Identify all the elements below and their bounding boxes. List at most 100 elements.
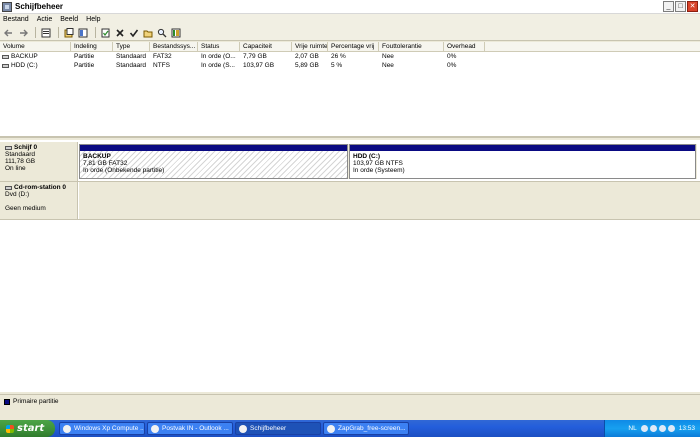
cell-volume: HDD (C:)	[0, 61, 71, 70]
cell-free-space: 5,89 GB	[295, 62, 319, 69]
system-tray: NL 13:53	[604, 420, 700, 437]
delete-icon[interactable]	[114, 27, 125, 38]
menu-bar: Bestand Actie Beeld Help	[0, 14, 700, 25]
cdrom-0-label[interactable]: Cd-rom-station 0 Dvd (D:) Geen medium	[0, 182, 78, 219]
minimize-button[interactable]: _	[663, 1, 674, 12]
column-header-percent-free[interactable]: Percentage vrij	[328, 42, 379, 51]
disk-management-icon	[2, 1, 12, 12]
menu-bestand[interactable]: Bestand	[3, 16, 29, 23]
export-icon[interactable]	[63, 27, 74, 38]
disk-0-status: On line	[5, 165, 26, 172]
disk-0-name: Schijf 0	[14, 144, 38, 151]
task-button-windows-xp[interactable]: Windows Xp Compute ...	[59, 422, 145, 435]
cell-free-space: 2,07 GB	[295, 53, 319, 60]
taskbar: start Windows Xp Compute ... Postvak IN …	[0, 420, 700, 437]
cell-layout: Partitie	[74, 53, 95, 60]
close-button[interactable]: ✕	[687, 1, 698, 12]
start-button[interactable]: start	[0, 420, 55, 437]
disk-0-partitions: BACKUP 7,81 GB FAT32 In orde (Onbekende …	[79, 144, 697, 179]
title-bar: Schijfbeheer _ □ ✕	[0, 0, 700, 14]
folder-icon	[327, 424, 335, 433]
hard-disk-icon	[5, 145, 12, 150]
partition-name: BACKUP	[83, 153, 111, 160]
table-row[interactable]: BACKUP Partitie Standaard FAT32 In orde …	[0, 52, 700, 61]
primary-partition-swatch	[4, 398, 10, 405]
task-button-zapgrab[interactable]: ZapGrab_free-screen...	[323, 422, 409, 435]
tray-antivirus-icon[interactable]	[649, 425, 657, 432]
volume-name: BACKUP	[11, 53, 38, 60]
search-icon[interactable]	[156, 27, 167, 38]
menu-beeld[interactable]: Beeld	[60, 16, 78, 23]
maximize-button[interactable]: □	[675, 1, 686, 12]
language-indicator[interactable]: NL	[628, 425, 636, 432]
partition-hdd-c[interactable]: HDD (C:) 103,97 GB NTFS In orde (Systeem…	[349, 144, 696, 179]
column-header-overhead[interactable]: Overhead	[444, 42, 485, 51]
window-title: Schijfbeheer	[15, 2, 64, 11]
forward-icon[interactable]	[17, 27, 28, 38]
column-header-volume[interactable]: Volume	[0, 42, 71, 51]
view-icon[interactable]	[170, 27, 181, 38]
cell-filesystem: FAT32	[153, 53, 172, 60]
check-icon[interactable]	[100, 27, 111, 38]
cell-capacity: 103,97 GB	[243, 62, 275, 69]
cdrom-0-type: Dvd (D:)	[5, 191, 30, 198]
toolbar-separator	[35, 27, 36, 38]
menu-actie[interactable]: Actie	[37, 16, 53, 23]
partition-backup-body: BACKUP 7,81 GB FAT32 In orde (Onbekende …	[80, 151, 347, 178]
volume-list: Volume Indeling Type Bestandssys... Stat…	[0, 42, 700, 138]
tray-network-icon[interactable]	[640, 425, 648, 432]
cell-volume: BACKUP	[0, 52, 71, 61]
tray-volume-icon[interactable]	[658, 425, 666, 432]
disk-management-icon	[239, 424, 247, 433]
volume-list-header: Volume Indeling Type Bestandssys... Stat…	[0, 42, 700, 52]
column-header-filesystem[interactable]: Bestandssys...	[150, 42, 198, 51]
properties-icon[interactable]	[40, 27, 51, 38]
check-disk-icon[interactable]	[128, 27, 139, 38]
partition-detail: 7,81 GB FAT32	[83, 160, 128, 167]
partition-backup[interactable]: BACKUP 7,81 GB FAT32 In orde (Onbekende …	[79, 144, 348, 179]
tray-messenger-icon[interactable]	[667, 425, 675, 432]
volume-icon	[2, 54, 9, 59]
windows-logo-icon	[6, 424, 14, 433]
cell-status: In orde (O...	[201, 53, 236, 60]
start-label: start	[17, 423, 45, 434]
cdrom-0-status: Geen medium	[5, 205, 46, 212]
cdrom-0-name-line: Cd-rom-station 0	[5, 184, 77, 191]
column-header-status[interactable]: Status	[198, 42, 240, 51]
cell-filesystem: NTFS	[153, 62, 170, 69]
toolbar-separator	[58, 27, 59, 38]
partition-detail: 103,97 GB NTFS	[353, 160, 403, 167]
partition-status: In orde (Systeem)	[353, 167, 405, 174]
task-list: Windows Xp Compute ... Postvak IN - Outl…	[59, 422, 411, 435]
back-icon[interactable]	[3, 27, 14, 38]
column-header-layout[interactable]: Indeling	[71, 42, 113, 51]
menu-help[interactable]: Help	[86, 16, 100, 23]
column-header-free-space[interactable]: Vrije ruimte	[292, 42, 328, 51]
cell-overhead: 0%	[447, 62, 457, 69]
disk-row-0[interactable]: Schijf 0 Standaard 111,78 GB On line BAC…	[0, 142, 700, 182]
column-header-type[interactable]: Type	[113, 42, 150, 51]
disk-graphical-view: Schijf 0 Standaard 111,78 GB On line BAC…	[0, 140, 700, 392]
outlook-icon	[151, 424, 159, 433]
cell-status: In orde (S...	[201, 62, 235, 69]
column-header-capacity[interactable]: Capaciteit	[240, 42, 292, 51]
partition-hdd-c-body: HDD (C:) 103,97 GB NTFS In orde (Systeem…	[350, 151, 695, 178]
column-header-fault-tolerance[interactable]: Fouttolerantie	[379, 42, 444, 51]
help-icon[interactable]	[77, 27, 88, 38]
task-button-disk-management[interactable]: Schijfbeheer	[235, 422, 321, 435]
clock[interactable]: 13:53	[679, 425, 695, 432]
task-button-outlook[interactable]: Postvak IN - Outlook ...	[147, 422, 233, 435]
cdrom-row-0[interactable]: Cd-rom-station 0 Dvd (D:) Geen medium	[0, 182, 700, 220]
open-icon[interactable]	[142, 27, 153, 38]
task-label: Schijfbeheer	[250, 425, 287, 432]
partition-name: HDD (C:)	[353, 153, 381, 160]
table-row[interactable]: HDD (C:) Partitie Standaard NTFS In orde…	[0, 61, 700, 70]
cdrom-icon	[5, 185, 12, 190]
volume-icon	[2, 63, 9, 68]
cell-overhead: 0%	[447, 53, 457, 60]
cell-capacity: 7,79 GB	[243, 53, 267, 60]
disk-0-label[interactable]: Schijf 0 Standaard 111,78 GB On line	[0, 142, 78, 181]
cell-percent-free: 26 %	[331, 53, 346, 60]
browser-icon	[63, 424, 71, 433]
cell-type: Standaard	[116, 62, 146, 69]
